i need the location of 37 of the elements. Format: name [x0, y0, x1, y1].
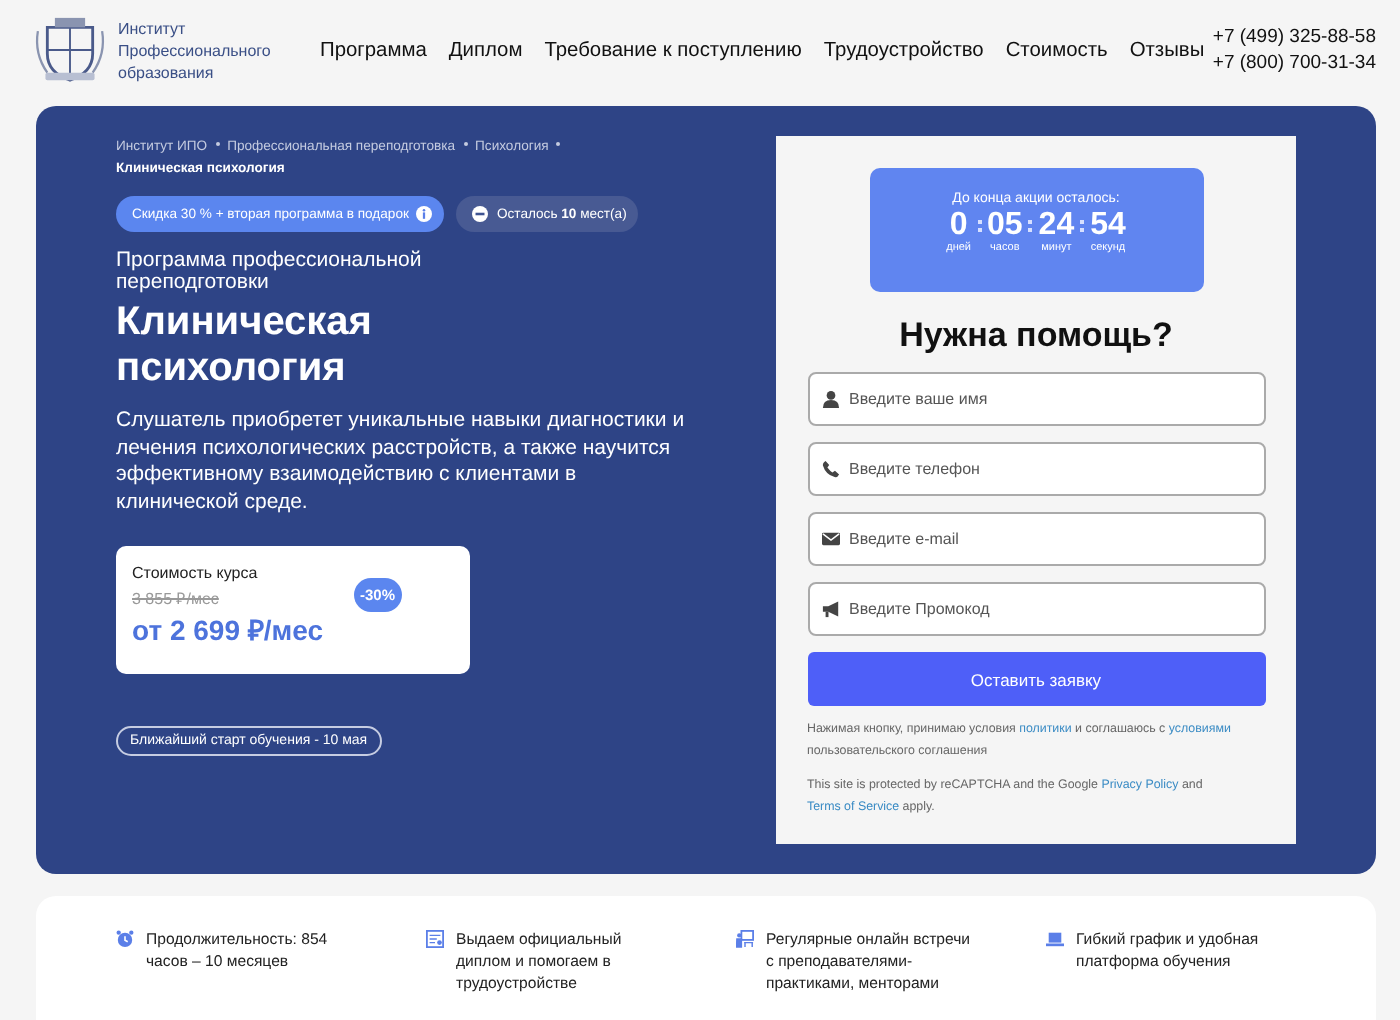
laptop-icon	[1046, 930, 1064, 948]
input-field[interactable]: Введите Промокод	[807, 582, 1265, 636]
submit-button[interactable]: Оставить заявку	[807, 652, 1265, 706]
phone-link[interactable]: +7 (800) 700-31-34	[1212, 50, 1376, 76]
form-heading: Нужна помощь?	[899, 316, 1173, 356]
nav-link[interactable]: Программа	[320, 39, 427, 61]
input-field[interactable]: Введите телефон	[807, 442, 1265, 496]
colon-icon	[1080, 220, 1085, 232]
separator-dot-icon	[463, 142, 468, 147]
input-field[interactable]: Введите e-mail	[807, 512, 1265, 566]
nav-link[interactable]: Диплом	[448, 39, 523, 61]
logo-text[interactable]: Институт Профессионального образования	[118, 17, 298, 83]
timer-value: 0	[949, 208, 968, 242]
nav-link[interactable]: Стоимость	[1005, 39, 1108, 61]
alarm-clock-icon	[116, 930, 134, 948]
current-price: от 2 699 ₽/мес	[132, 612, 326, 648]
timer-value: 24	[1038, 208, 1075, 242]
old-price: 3 855 ₽/мес	[132, 588, 219, 608]
info-icon	[416, 206, 433, 222]
program-subtitle: Программа профессиональной переподготовки	[116, 250, 424, 294]
certificate-icon	[426, 930, 444, 948]
timer-value: 54	[1090, 208, 1126, 242]
program-title: Клиническая психология	[116, 300, 374, 392]
crest-logo-icon[interactable]	[32, 16, 108, 84]
nav-link[interactable]: Требование к поступлению	[544, 39, 802, 61]
input-field[interactable]: Введите ваше имя	[807, 372, 1265, 426]
presentation-icon	[736, 930, 754, 948]
price-label: Стоимость курса	[132, 564, 260, 582]
timer-value: 05	[987, 208, 1023, 242]
program-description: Слушатель приобретет уникальные навыки диагностики и лечения психологических расстройств, а также научится эффективному взаимодействию с клиентами в клинической среде.	[116, 408, 687, 516]
nav-link[interactable]: Трудоустройство	[823, 39, 984, 61]
separator-dot-icon	[556, 142, 561, 147]
nav-link[interactable]: Отзывы	[1129, 39, 1205, 61]
phone-link[interactable]: +7 (499) 325-88-58	[1212, 24, 1376, 50]
separator-dot-icon	[215, 142, 220, 147]
minus-circle-icon	[472, 206, 489, 222]
colon-icon	[1028, 220, 1033, 232]
